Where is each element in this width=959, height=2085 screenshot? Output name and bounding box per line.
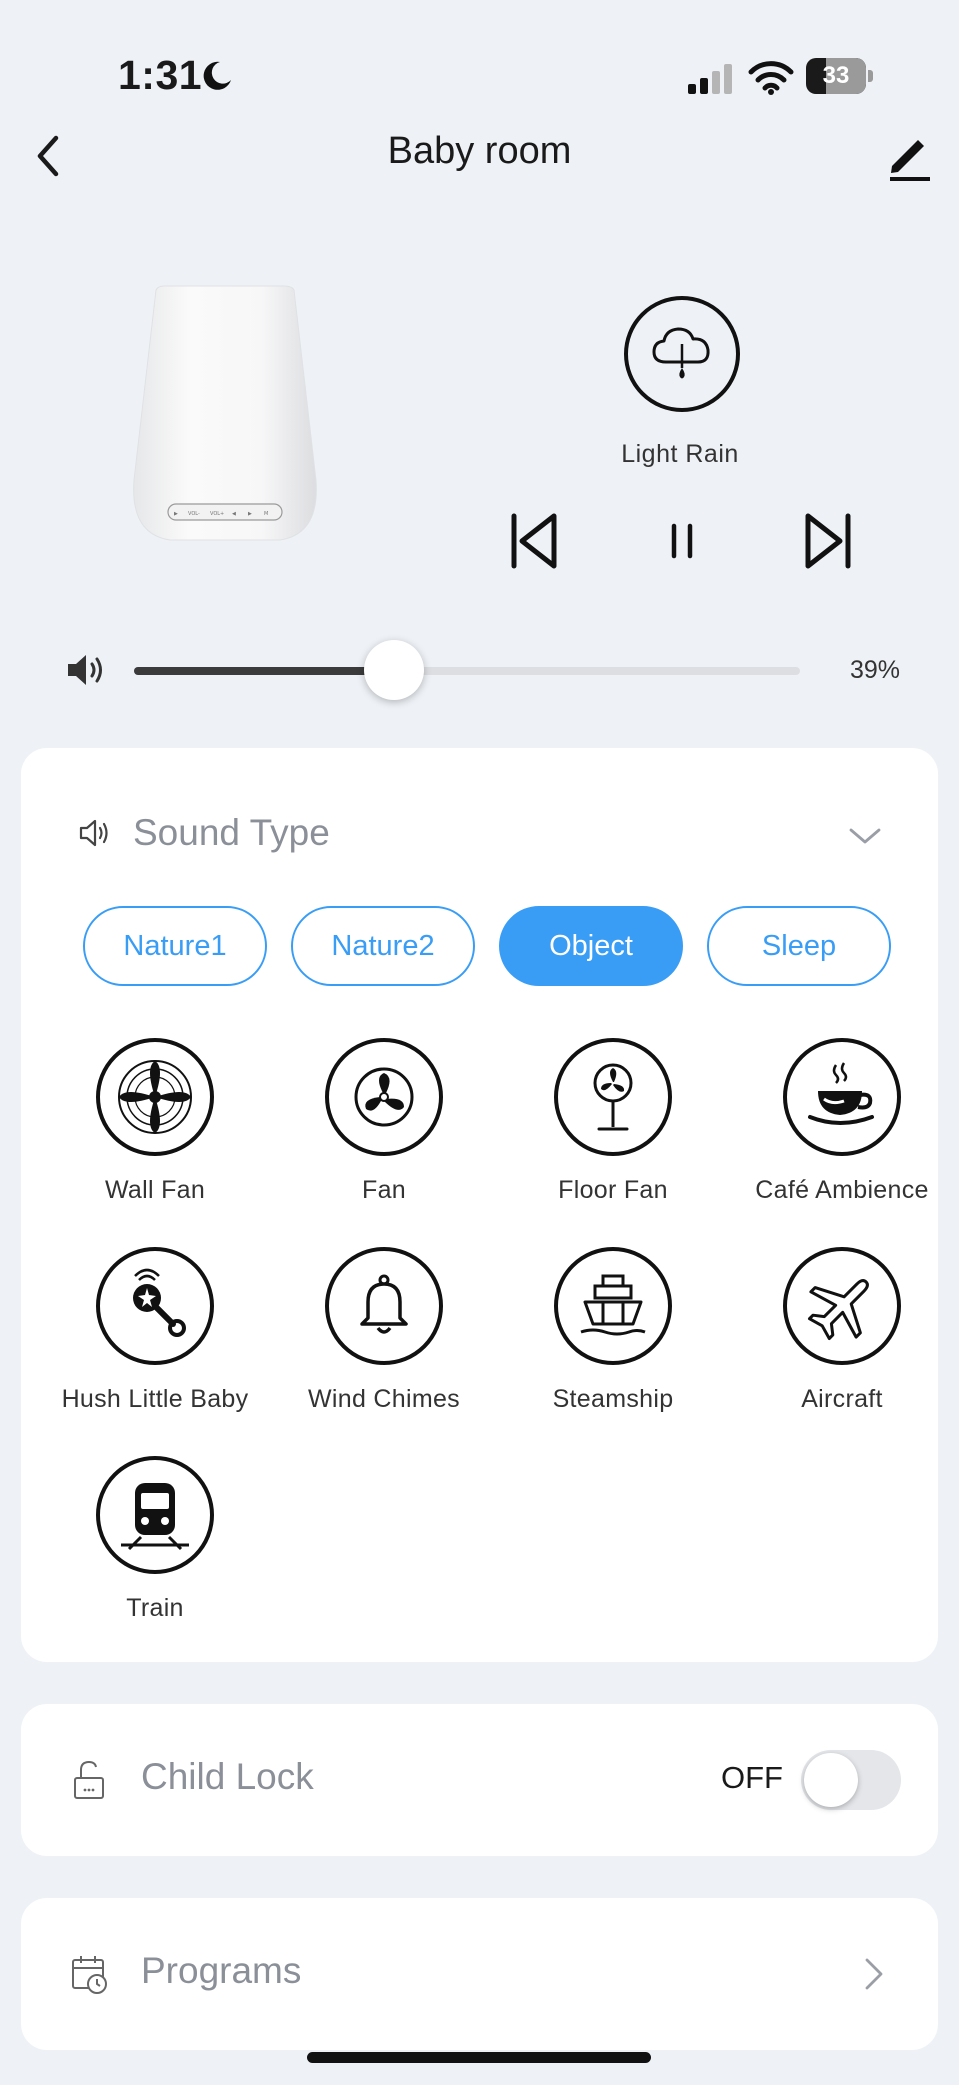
rattle-icon: [133, 1268, 186, 1337]
sound-item-steamship[interactable]: Steamship: [499, 1247, 727, 1414]
tab-object[interactable]: Object: [499, 906, 683, 986]
airplane-icon: [807, 1279, 869, 1341]
tab-sleep[interactable]: Sleep: [707, 906, 891, 986]
sound-item-wall-fan[interactable]: Wall Fan: [41, 1038, 269, 1205]
battery-level: 33: [822, 62, 850, 89]
sound-item-floor-fan[interactable]: Floor Fan: [499, 1038, 727, 1205]
current-sound-button[interactable]: [624, 296, 740, 412]
train-icon: [121, 1483, 189, 1551]
sound-label: Wind Chimes: [308, 1385, 460, 1413]
sound-type-header[interactable]: Sound Type: [77, 810, 330, 856]
status-time: 1:31: [118, 52, 203, 98]
svg-text:VOL-: VOL-: [188, 511, 200, 517]
coffee-cup-icon: [808, 1062, 874, 1125]
volume-slider-fill: [134, 667, 394, 675]
svg-text:◀: ◀: [232, 511, 236, 517]
sound-label: Hush Little Baby: [61, 1385, 249, 1413]
moon-icon: [203, 61, 231, 90]
programs-card[interactable]: Programs: [21, 1898, 938, 2050]
calendar-clock-icon: [72, 1956, 107, 1994]
sound-item-wind-chimes[interactable]: Wind Chimes: [270, 1247, 498, 1414]
sound-category-tabs: Nature1 Nature2 Object Sleep: [83, 906, 913, 986]
tab-nature1[interactable]: Nature1: [83, 906, 267, 986]
programs-label: Programs: [141, 1950, 302, 1991]
cloud-rain-icon: [652, 327, 710, 379]
volume-slider[interactable]: [134, 640, 800, 700]
toggle-knob: [804, 1753, 858, 1807]
sound-item-fan[interactable]: Fan: [270, 1038, 498, 1205]
svg-text:▶: ▶: [248, 511, 252, 517]
svg-text:M: M: [264, 511, 268, 517]
status-bar: 1:31 33: [0, 0, 959, 150]
sound-label: Café Ambience: [755, 1176, 929, 1204]
child-lock-state: OFF: [721, 1760, 783, 1795]
sound-label: Aircraft: [801, 1385, 883, 1413]
cellular-signal-icon: [688, 64, 732, 94]
sound-item-aircraft[interactable]: Aircraft: [728, 1247, 956, 1414]
current-sound-label: Light Rain: [621, 440, 739, 468]
home-indicator: [307, 2052, 651, 2063]
sound-label: Fan: [362, 1176, 406, 1204]
floor-fan-icon: [593, 1063, 633, 1131]
chevron-left-icon[interactable]: [28, 128, 68, 184]
svg-text:▶: ▶: [174, 511, 178, 517]
child-lock-label: Child Lock: [141, 1756, 314, 1797]
sound-label: Wall Fan: [104, 1176, 206, 1204]
wifi-icon: [748, 61, 794, 95]
child-lock-card: Child Lock OFF: [21, 1704, 938, 1856]
sound-label: Floor Fan: [558, 1176, 668, 1204]
page-title: Baby room: [387, 130, 572, 172]
volume-value: 39%: [849, 656, 900, 684]
sound-item-hush-little-baby[interactable]: Hush Little Baby: [41, 1247, 269, 1414]
sound-item-cafe-ambience[interactable]: Café Ambience: [728, 1038, 956, 1205]
chevron-down-icon[interactable]: [847, 824, 883, 848]
sound-type-card: Sound Type Nature1 Nature2 Object Sleep …: [21, 748, 938, 1662]
chevron-right-icon[interactable]: [859, 1954, 889, 1994]
bell-icon: [360, 1274, 408, 1334]
pause-icon[interactable]: [654, 508, 710, 574]
device-image: ▶ VOL- VOL+ ◀ ▶ M: [133, 285, 317, 541]
sound-type-label: Sound Type: [133, 812, 330, 853]
pencil-icon[interactable]: [884, 130, 934, 182]
next-track-icon[interactable]: [800, 508, 856, 574]
wall-fan-icon: [118, 1060, 192, 1134]
ship-icon: [580, 1274, 646, 1336]
speaker-outline-icon: [79, 819, 108, 847]
battery-icon: 33: [806, 58, 874, 94]
svg-text:VOL+: VOL+: [210, 511, 224, 517]
volume-slider-thumb[interactable]: [363, 640, 424, 700]
tab-nature2[interactable]: Nature2: [291, 906, 475, 986]
child-lock-toggle[interactable]: [801, 1750, 901, 1810]
sound-label: Steamship: [552, 1385, 674, 1413]
lock-icon: [74, 1760, 104, 1799]
sound-item-train[interactable]: Train: [41, 1456, 269, 1623]
fan-icon: [354, 1067, 414, 1127]
previous-track-icon[interactable]: [506, 508, 562, 574]
sound-label: Train: [126, 1594, 184, 1622]
speaker-icon: [68, 655, 102, 685]
